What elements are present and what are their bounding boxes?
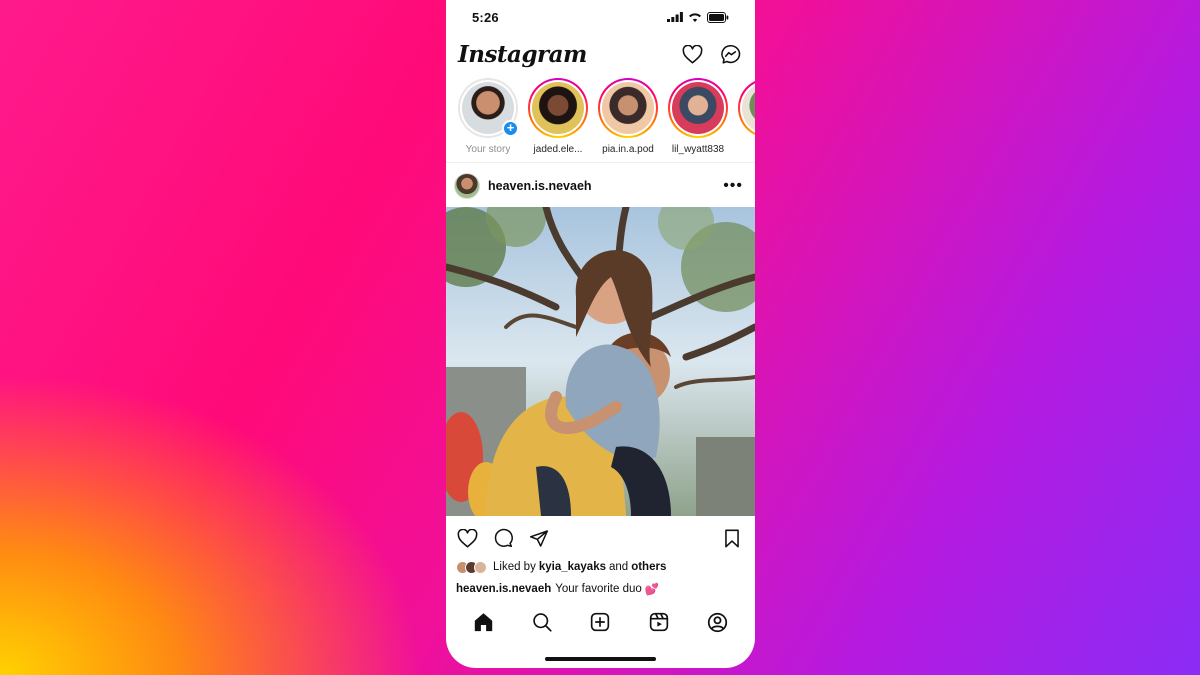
caption-username[interactable]: heaven.is.nevaeh xyxy=(456,583,551,595)
post-author-username[interactable]: heaven.is.nevaeh xyxy=(488,179,723,193)
avatar xyxy=(742,82,755,134)
story-your-story[interactable]: + Your story xyxy=(458,78,519,162)
story-item[interactable]: pia.in.a.pod xyxy=(598,78,658,162)
profile-icon xyxy=(708,612,728,632)
tab-reels[interactable] xyxy=(648,611,670,633)
create-icon xyxy=(591,612,610,632)
story-item[interactable]: lil_wyatt838 xyxy=(668,78,728,162)
story-label: lil_wyatt838 xyxy=(671,144,725,155)
caption-text: Your favorite duo xyxy=(555,583,642,595)
heart-icon xyxy=(457,528,477,547)
story-label: jaded.ele... xyxy=(533,144,583,155)
avatar xyxy=(602,82,654,134)
like-button[interactable] xyxy=(456,527,478,549)
status-icons xyxy=(667,11,729,23)
likes-others[interactable]: others xyxy=(631,561,666,573)
signal-icon xyxy=(667,12,683,22)
divider xyxy=(446,162,755,163)
phone-screen: 5:26 Instagram + Your story jaded.ele...… xyxy=(446,0,755,668)
status-time: 5:26 xyxy=(472,9,499,25)
liker-avatars xyxy=(456,560,487,574)
post-caption: heaven.is.nevaeh Your favorite duo 💕 xyxy=(456,580,746,598)
tab-home[interactable] xyxy=(472,611,494,633)
messenger-button[interactable] xyxy=(719,43,741,65)
messenger-icon xyxy=(720,44,740,64)
story-label: pia.in.a.pod xyxy=(602,144,654,155)
post-photo[interactable] xyxy=(446,207,755,516)
story-ring: + xyxy=(458,78,519,138)
story-ring xyxy=(528,78,588,138)
home-indicator[interactable] xyxy=(545,657,656,661)
story-label: Your story xyxy=(465,144,511,155)
status-bar: 5:26 xyxy=(446,0,755,34)
story-item[interactable]: fre xyxy=(738,78,755,162)
tab-search[interactable] xyxy=(531,611,553,633)
more-options-icon[interactable]: ••• xyxy=(723,178,743,194)
story-ring xyxy=(668,78,728,138)
heart-icon xyxy=(682,44,702,63)
likes-summary[interactable]: Liked by kyia_kayaks and others xyxy=(456,558,746,576)
wifi-icon xyxy=(689,13,701,22)
post-actions xyxy=(446,524,755,552)
bookmark-icon xyxy=(725,529,739,547)
story-ring xyxy=(738,78,755,138)
instagram-logo[interactable]: Instagram xyxy=(458,41,587,68)
activity-button[interactable] xyxy=(681,43,703,65)
header-actions xyxy=(681,43,741,65)
liker-username[interactable]: kyia_kayaks xyxy=(539,561,606,573)
bottom-tab-bar xyxy=(446,604,755,640)
avatar xyxy=(532,82,584,134)
comment-button[interactable] xyxy=(492,527,514,549)
reels-icon xyxy=(649,612,669,632)
save-button[interactable] xyxy=(721,527,743,549)
share-button[interactable] xyxy=(528,527,550,549)
search-icon xyxy=(533,613,552,632)
post-header: heaven.is.nevaeh ••• xyxy=(446,170,755,202)
caption-emoji: 💕 xyxy=(644,584,660,596)
share-icon xyxy=(529,529,549,547)
tab-create[interactable] xyxy=(589,611,611,633)
avatar xyxy=(474,560,487,574)
likes-prefix: Liked by xyxy=(493,561,536,573)
likes-middle: and xyxy=(609,561,629,573)
battery-icon xyxy=(707,11,729,23)
avatar xyxy=(672,82,724,134)
tab-profile[interactable] xyxy=(707,611,729,633)
photo-illustration xyxy=(446,207,755,516)
story-ring xyxy=(598,78,658,138)
home-icon xyxy=(474,613,492,632)
app-header: Instagram xyxy=(446,34,755,74)
post-author-avatar[interactable] xyxy=(454,173,480,199)
stories-tray: + Your story jaded.ele... pia.in.a.pod l… xyxy=(446,78,755,162)
story-item[interactable]: jaded.ele... xyxy=(528,78,588,162)
comment-icon xyxy=(494,528,513,548)
add-story-icon[interactable]: + xyxy=(502,120,519,137)
